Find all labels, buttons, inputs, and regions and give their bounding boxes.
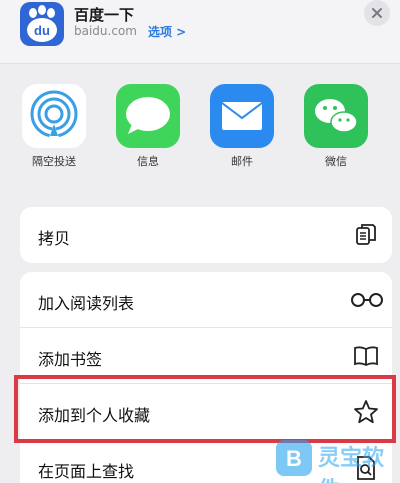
action-label: 加入阅读列表 — [38, 294, 135, 313]
share-apps-row: 隔空投送 信息 邮件 微信 — [0, 64, 400, 184]
action-label: 添加书签 — [38, 350, 103, 369]
page-url: baidu.com — [74, 24, 137, 38]
share-sheet-header: du 百度一下 baidu.com 选项 > — [0, 0, 400, 64]
close-button[interactable] — [364, 0, 390, 26]
action-label: 拷贝 — [38, 229, 71, 248]
page-title: 百度一下 — [74, 6, 135, 24]
copy-group: 拷贝 — [20, 207, 392, 263]
app-mail[interactable]: 邮件 — [204, 84, 280, 169]
app-label: 信息 — [137, 155, 159, 168]
app-messages[interactable]: 信息 — [110, 84, 186, 169]
messages-icon — [116, 84, 180, 148]
watermark: B 灵宝软件 — [272, 436, 400, 483]
mail-icon — [210, 84, 274, 148]
book-icon — [352, 342, 380, 370]
app-airdrop[interactable]: 隔空投送 — [16, 84, 92, 169]
copy-icon — [352, 221, 380, 249]
star-icon — [352, 398, 380, 426]
watermark-text: 灵宝软件 — [318, 446, 385, 483]
glasses-icon — [350, 286, 384, 314]
watermark-logo-icon: B — [276, 440, 312, 476]
airdrop-icon — [22, 84, 86, 148]
action-label: 在页面上查找 — [38, 462, 135, 481]
app-label: 邮件 — [231, 155, 253, 168]
app-label: 隔空投送 — [32, 155, 76, 168]
svg-text:B: B — [286, 446, 302, 471]
action-copy[interactable]: 拷贝 — [20, 207, 392, 263]
action-reading-list[interactable]: 加入阅读列表 — [20, 272, 392, 328]
options-link[interactable]: 选项 > — [148, 23, 186, 40]
svg-text:du: du — [34, 23, 50, 38]
action-add-to-favorites[interactable]: 添加到个人收藏 — [20, 384, 392, 440]
action-add-bookmark[interactable]: 添加书签 — [20, 328, 392, 384]
close-icon — [372, 8, 382, 18]
action-label: 添加到个人收藏 — [38, 406, 151, 425]
wechat-icon — [304, 84, 368, 148]
baidu-logo-icon: du — [20, 2, 64, 46]
app-label: 微信 — [325, 155, 347, 168]
app-wechat[interactable]: 微信 — [298, 84, 374, 169]
